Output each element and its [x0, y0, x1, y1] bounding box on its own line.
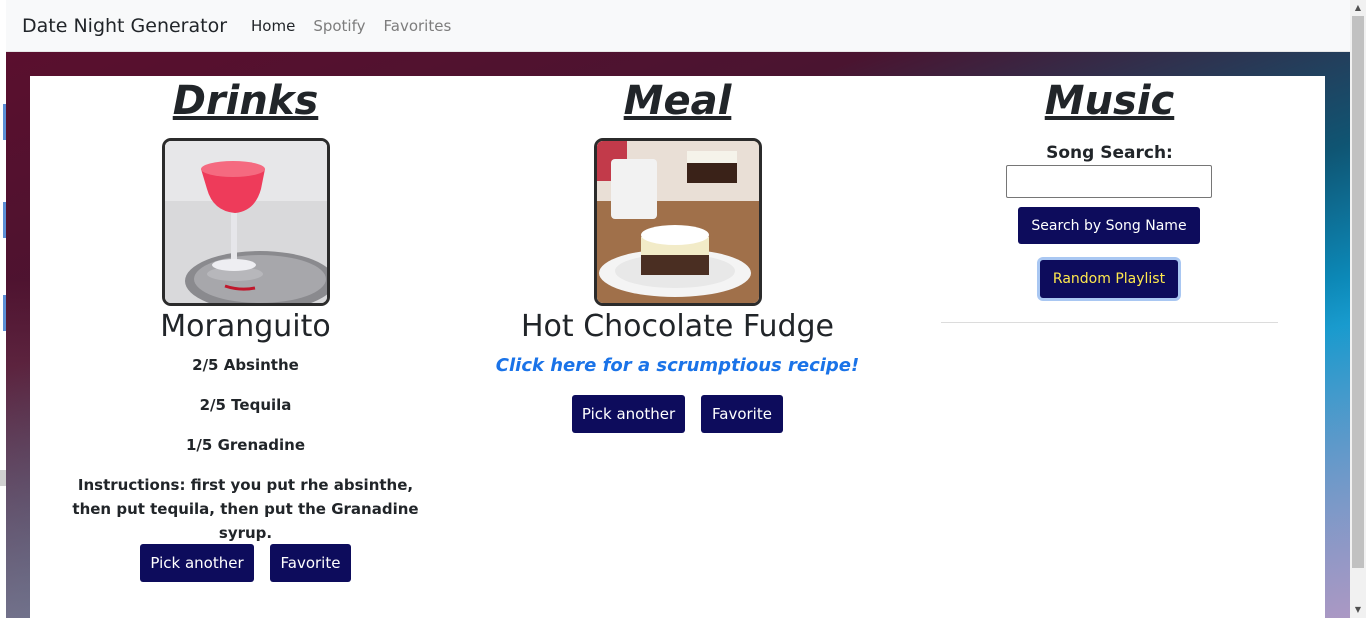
music-divider	[941, 322, 1278, 323]
scroll-thumb[interactable]	[1352, 16, 1364, 568]
cocktail-photo-icon	[162, 138, 330, 306]
fudge-photo-icon	[594, 138, 762, 306]
meal-pick-another-button[interactable]: Pick another	[572, 395, 685, 433]
random-playlist-button[interactable]: Random Playlist	[1040, 260, 1178, 298]
meal-favorite-button[interactable]: Favorite	[701, 395, 783, 433]
drink-ingredient: 2/5 Absinthe	[192, 356, 299, 374]
drink-pick-another-button[interactable]: Pick another	[140, 544, 254, 582]
recipe-link[interactable]: Click here for a scrumptious recipe!	[461, 355, 894, 376]
music-title: Music	[1044, 78, 1175, 124]
nav-link-home[interactable]: Home	[251, 17, 295, 35]
navbar: Date Night Generator Home Spotify Favori…	[6, 0, 1350, 52]
drink-name: Moranguito	[160, 309, 331, 344]
drink-favorite-button[interactable]: Favorite	[270, 544, 351, 582]
nav-link-spotify[interactable]: Spotify	[313, 17, 365, 35]
drinks-title: Drinks	[172, 78, 319, 124]
search-by-song-name-button[interactable]: Search by Song Name	[1018, 207, 1200, 244]
brand-title[interactable]: Date Night Generator	[22, 15, 227, 37]
meal-name: Hot Chocolate Fudge	[520, 309, 835, 344]
drink-ingredient: 2/5 Tequila	[199, 396, 292, 414]
vertical-scrollbar[interactable]: ▲ ▼	[1350, 0, 1366, 618]
scroll-up-icon[interactable]: ▲	[1350, 0, 1366, 16]
meal-title: Meal	[623, 78, 732, 124]
song-search-input[interactable]	[1006, 165, 1212, 198]
drink-ingredient: 1/5 Grenadine	[186, 436, 305, 454]
scroll-down-icon[interactable]: ▼	[1350, 602, 1366, 618]
drink-instructions: Instructions: first you put rhe absinthe…	[72, 476, 419, 542]
nav-links: Home Spotify Favorites	[251, 17, 451, 35]
nav-link-favorites[interactable]: Favorites	[384, 17, 452, 35]
song-search-label: Song Search:	[1046, 143, 1173, 163]
